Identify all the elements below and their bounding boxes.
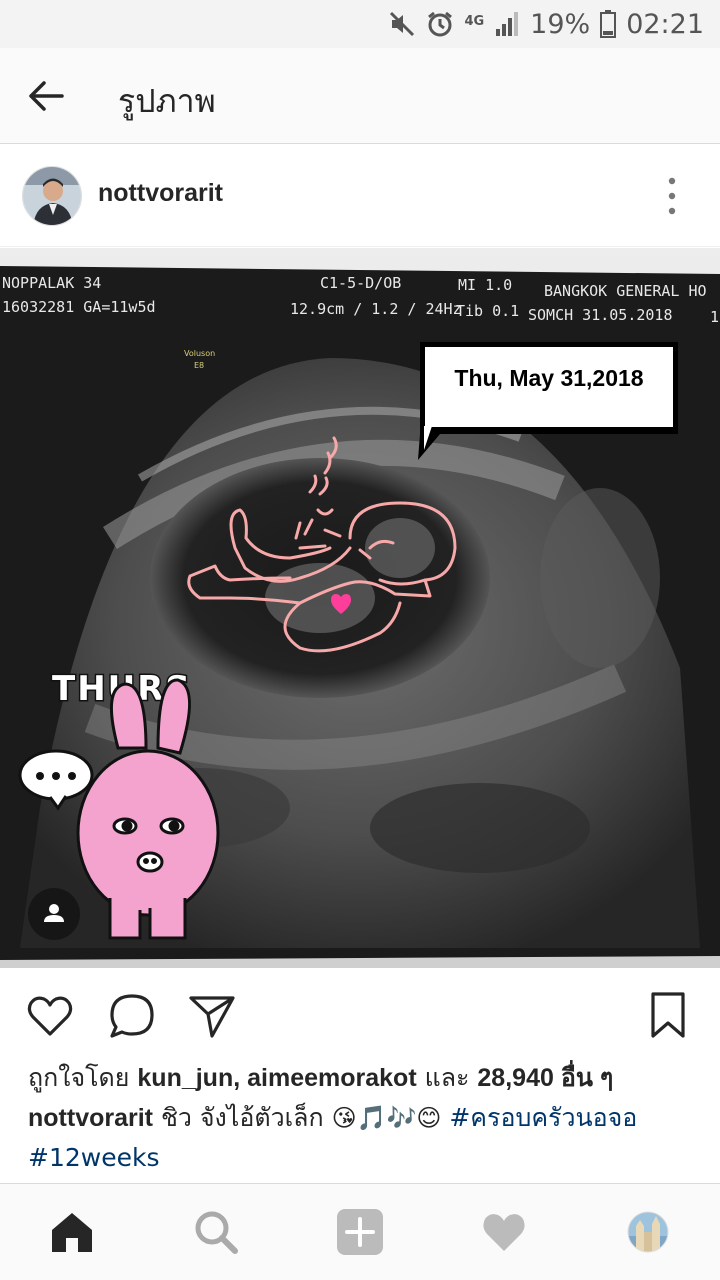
status-bar: 4G 19% 02:21 <box>0 0 720 48</box>
comment-button[interactable] <box>106 990 158 1042</box>
us-tib: Tib 0.1 <box>456 302 519 320</box>
profile-avatar-icon <box>627 1211 669 1253</box>
caption-text: ชิว จังไอ้ตัวเล็ก <box>153 1103 332 1132</box>
caption-emoji: 😘🎵🎶😊 <box>331 1104 442 1132</box>
heart-icon <box>27 996 73 1036</box>
us-edge: 1 <box>710 308 719 326</box>
likes-suffix: อื่น ๆ <box>553 1064 614 1092</box>
app-bar: รูปภาพ <box>0 48 720 144</box>
more-options-button[interactable] <box>660 175 684 217</box>
us-mi: MI 1.0 <box>458 276 512 294</box>
hashtag-family[interactable]: #ครอบครัวนอจอ <box>449 1103 637 1132</box>
post-caption: nottvorarit ชิว จังไอ้ตัวเล็ก 😘🎵🎶😊 #ครอบ… <box>28 1098 698 1178</box>
battery-percent: 19% <box>530 8 591 40</box>
caption-username[interactable]: nottvorarit <box>28 1104 153 1132</box>
post-actions <box>0 980 720 1050</box>
bottom-navigation <box>0 1183 720 1280</box>
comment-icon <box>110 994 154 1038</box>
search-icon <box>195 1211 238 1254</box>
nav-add-post[interactable] <box>334 1206 386 1258</box>
likes-users[interactable]: kun_jun, aimeemorakot <box>137 1064 416 1092</box>
us-device-2: E8 <box>194 361 204 370</box>
user-avatar[interactable] <box>22 166 82 226</box>
post-username[interactable]: nottvorarit <box>98 179 223 208</box>
alarm-icon <box>428 11 453 37</box>
heart-icon <box>483 1214 525 1251</box>
page-title: รูปภาพ <box>118 82 216 120</box>
clock: 02:21 <box>626 8 704 40</box>
post-header: nottvorarit <box>0 145 720 247</box>
likes-count[interactable]: 28,940 <box>477 1064 553 1092</box>
likes-summary[interactable]: ถูกใจโดย kun_jun, aimeemorakot และ 28,94… <box>28 1058 613 1098</box>
bookmark-icon <box>651 992 685 1038</box>
add-post-icon <box>337 1209 383 1255</box>
profile-avatar <box>23 167 81 225</box>
hashtag-weeks[interactable]: #12weeks <box>28 1143 159 1172</box>
signal-icon <box>496 12 519 36</box>
nav-search[interactable] <box>190 1206 242 1258</box>
us-patient-id: 16032281 GA=11w5d <box>2 298 156 316</box>
us-patient-name: NOPPALAK 34 <box>2 274 101 292</box>
ultrasound-image: NOPPALAK 34 16032281 GA=11w5d C1-5-D/OB … <box>0 248 720 968</box>
home-icon <box>52 1213 92 1252</box>
tag-people-button[interactable] <box>28 888 80 940</box>
us-depth: 12.9cm / 1.2 / 24Hz <box>290 300 462 318</box>
likes-conj: และ <box>416 1063 478 1092</box>
back-button[interactable] <box>24 74 68 118</box>
post-photo[interactable]: NOPPALAK 34 16032281 GA=11w5d C1-5-D/OB … <box>0 248 720 968</box>
arrow-left-icon <box>29 81 64 111</box>
likes-prefix: ถูกใจโดย <box>28 1063 138 1092</box>
date-bubble-text: Thu, May 31,2018 <box>454 365 643 391</box>
network-type: 4G <box>464 13 485 29</box>
us-hospital: BANGKOK GENERAL HO <box>544 282 707 300</box>
battery-icon <box>600 10 617 38</box>
nav-activity[interactable] <box>478 1206 530 1258</box>
share-button[interactable] <box>186 990 238 1042</box>
status-icons: 4G 19% 02:21 <box>388 6 704 42</box>
us-device-1: Voluson <box>184 349 215 358</box>
us-probe: C1-5-D/OB <box>320 274 401 292</box>
save-button[interactable] <box>642 990 694 1042</box>
nav-profile[interactable] <box>622 1206 674 1258</box>
like-button[interactable] <box>24 990 76 1042</box>
us-date: SOMCH 31.05.2018 <box>528 306 673 324</box>
nav-home[interactable] <box>46 1206 98 1258</box>
mute-icon <box>390 11 415 37</box>
send-icon <box>189 996 235 1038</box>
person-tag-icon <box>44 904 64 922</box>
vertical-dots-icon <box>668 177 676 215</box>
